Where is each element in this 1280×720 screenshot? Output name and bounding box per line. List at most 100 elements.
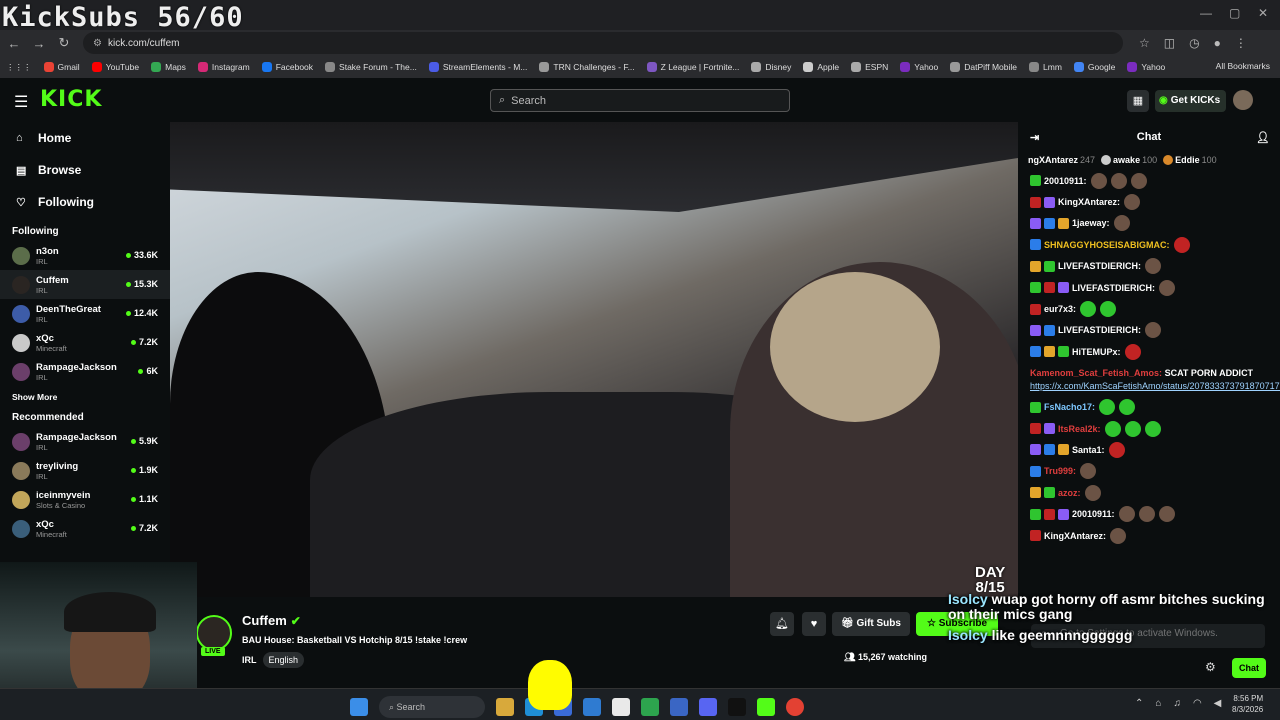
chat-username[interactable]: eur7x3:: [1044, 304, 1076, 314]
chat-link[interactable]: https://x.com/KamScaFetishAmo/status/207…: [1030, 381, 1280, 391]
gift-subs-button[interactable]: 🎁︎ Gift Subs: [832, 612, 910, 636]
bookmark-item[interactable]: Google: [1073, 62, 1115, 72]
channel-item[interactable]: n3on IRL 33.6K: [0, 241, 170, 270]
bookmark-item[interactable]: Disney: [751, 62, 791, 72]
chat-settings-icon[interactable]: ⚙: [1205, 660, 1216, 674]
history-icon[interactable]: ◷: [1189, 36, 1199, 50]
bookmark-item[interactable]: StreamElements - M...: [428, 62, 527, 72]
chat-username[interactable]: KingXAntarez:: [1058, 197, 1120, 207]
obs-icon[interactable]: [728, 698, 746, 716]
show-more-link[interactable]: Show More: [0, 392, 170, 402]
chrome-icon[interactable]: [786, 698, 804, 716]
channel-item[interactable]: xQc Minecraft 7.2K: [0, 514, 170, 543]
streamer-avatar[interactable]: [196, 615, 232, 651]
channel-item[interactable]: iceinmyvein Slots & Casino 1.1K: [0, 485, 170, 514]
bookmark-item[interactable]: TRN Challenges - F...: [539, 62, 635, 72]
forward-icon[interactable]: →: [28, 36, 50, 51]
back-icon[interactable]: ←: [3, 36, 25, 51]
reload-icon[interactable]: ↻: [53, 35, 75, 51]
bookmark-item[interactable]: Maps: [151, 62, 186, 72]
all-bookmarks[interactable]: All Bookmarks: [1216, 61, 1270, 71]
user-avatar[interactable]: [1233, 90, 1253, 110]
channel-item[interactable]: treyliving IRL 1.9K: [0, 456, 170, 485]
get-kicks-button[interactable]: ◉ Get KICKs: [1155, 90, 1226, 112]
wifi-icon[interactable]: ◠: [1193, 698, 1202, 709]
xbox-icon[interactable]: [641, 698, 659, 716]
chat-username[interactable]: Kamenom_Scat_Fetish_Amos:: [1030, 368, 1162, 378]
star-icon[interactable]: ☆: [1139, 36, 1150, 50]
video-player[interactable]: [170, 122, 1018, 597]
chat-username[interactable]: FsNacho17:: [1044, 402, 1095, 412]
channel-item[interactable]: DeenTheGreat IRL 12.4K: [0, 299, 170, 328]
minimize-icon[interactable]: —: [1200, 6, 1212, 20]
chat-username[interactable]: 20010911:: [1044, 176, 1087, 186]
bell-icon[interactable]: 🔔︎: [770, 612, 794, 636]
gifter[interactable]: awake 100: [1101, 155, 1157, 166]
url-input[interactable]: ⚙ kick.com/cuffem: [83, 32, 1123, 54]
search-input[interactable]: ⌕ Search: [490, 89, 790, 112]
chat-username[interactable]: KingXAntarez:: [1044, 531, 1106, 541]
extensions-icon[interactable]: ◫: [1164, 36, 1175, 50]
bookmark-item[interactable]: ESPN: [851, 62, 888, 72]
channel-item[interactable]: RampageJackson IRL 5.9K: [0, 427, 170, 456]
nav-browse[interactable]: ▤ Browse: [0, 154, 170, 186]
chat-username[interactable]: HiTEMUPx:: [1072, 347, 1121, 357]
chat-username[interactable]: Santa1:: [1072, 445, 1105, 455]
bookmark-item[interactable]: Gmail: [43, 62, 80, 72]
chat-username[interactable]: SHNAGGYHOSEISABIGMAC:: [1044, 240, 1170, 250]
gifter[interactable]: Eddie 100: [1163, 155, 1217, 166]
nav-home[interactable]: ⌂ Home: [0, 122, 170, 154]
clock[interactable]: 8:56 PM 8/3/2026: [1232, 693, 1263, 715]
bookmark-item[interactable]: Apple: [803, 62, 839, 72]
volume-icon[interactable]: ◀: [1214, 698, 1222, 709]
music-icon[interactable]: [612, 698, 630, 716]
chat-username[interactable]: azoz:: [1058, 488, 1081, 498]
category-link[interactable]: IRL: [242, 652, 257, 668]
taskbar-search[interactable]: ⌕ Search: [379, 696, 485, 718]
channel-item[interactable]: Cuffem IRL 15.3K: [0, 270, 170, 299]
streamer-name[interactable]: Cuffem ✔: [242, 613, 301, 628]
nav-following[interactable]: ♡ Following: [0, 186, 170, 218]
chat-username[interactable]: ItsReal2k:: [1058, 424, 1101, 434]
channel-item[interactable]: RampageJackson IRL 6K: [0, 357, 170, 386]
bookmark-item[interactable]: YouTube: [91, 62, 139, 72]
hamburger-menu-icon[interactable]: ☰: [14, 92, 28, 112]
close-icon[interactable]: ✕: [1258, 6, 1268, 20]
outlook-icon[interactable]: [583, 698, 601, 716]
discord-icon[interactable]: [699, 698, 717, 716]
profile-icon[interactable]: ●: [1214, 36, 1221, 50]
bookmark-item[interactable]: Instagram: [197, 62, 250, 72]
settings-icon[interactable]: [670, 698, 688, 716]
chat-username[interactable]: LIVEFASTDIERICH:: [1072, 283, 1155, 293]
bookmark-item[interactable]: DatPiff Mobile: [950, 62, 1017, 72]
bookmark-item[interactable]: Stake Forum - The...: [325, 62, 417, 72]
apps-icon[interactable]: ⋮⋮⋮: [6, 62, 32, 73]
bookmark-item[interactable]: Facebook: [261, 62, 313, 72]
chat-send-button[interactable]: Chat: [1232, 658, 1266, 678]
kick-app-icon[interactable]: [757, 698, 775, 716]
chat-username[interactable]: LIVEFASTDIERICH:: [1058, 325, 1141, 335]
chat-username[interactable]: 20010911:: [1072, 509, 1115, 519]
maximize-icon[interactable]: ▢: [1229, 6, 1240, 20]
menu-icon[interactable]: ⋮: [1235, 36, 1247, 50]
bookmark-item[interactable]: Lmm: [1029, 62, 1062, 72]
collapse-chat-icon[interactable]: ⇥: [1030, 131, 1039, 144]
windows-start-icon[interactable]: [350, 698, 368, 716]
channel-item[interactable]: xQc Minecraft 7.2K: [0, 328, 170, 357]
file-explorer-icon[interactable]: [496, 698, 514, 716]
chat-username[interactable]: Tru999:: [1044, 466, 1076, 476]
mic-icon[interactable]: ♫: [1173, 698, 1181, 709]
heart-follow-icon[interactable]: ♥: [802, 612, 826, 636]
chevron-up-icon[interactable]: ⌃: [1135, 698, 1143, 709]
chat-username[interactable]: LIVEFASTDIERICH:: [1058, 261, 1141, 271]
site-info-icon[interactable]: ⚙: [93, 38, 102, 49]
language-tag[interactable]: English: [262, 652, 305, 668]
library-icon[interactable]: ▦: [1127, 90, 1149, 112]
kick-logo[interactable]: KICK: [40, 87, 102, 112]
gifter[interactable]: ngXAntarez 247: [1028, 155, 1095, 165]
bookmark-item[interactable]: Yahoo: [1127, 62, 1165, 72]
bookmark-item[interactable]: Z League | Fortnite...: [646, 62, 739, 72]
bookmark-item[interactable]: Yahoo: [900, 62, 938, 72]
users-icon[interactable]: 👤︎: [1256, 131, 1270, 144]
network-icon[interactable]: ⌂: [1155, 698, 1161, 709]
